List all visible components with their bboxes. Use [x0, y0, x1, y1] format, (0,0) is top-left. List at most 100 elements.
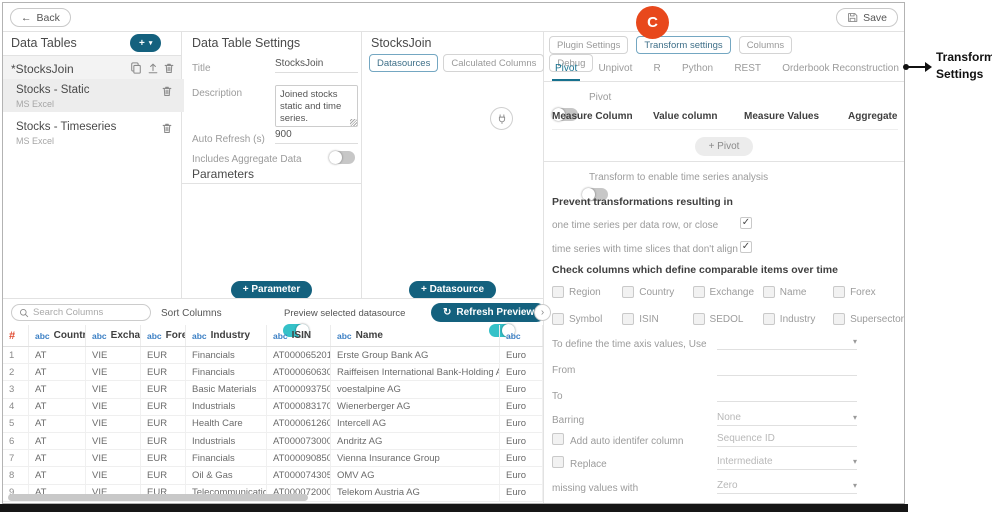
table-row[interactable]: 8ATVIEEUROil & GasAT0000743059OMV AGEuro: [3, 467, 543, 484]
datasource-item-stocks-static[interactable]: Stocks - StaticMS Excel: [3, 79, 184, 112]
checkbox-country[interactable]: [622, 286, 634, 298]
aggregate-toggle[interactable]: [329, 151, 355, 164]
save-button[interactable]: Save: [836, 8, 898, 27]
column-checkbox-forex: Forex: [833, 286, 904, 298]
divider: [182, 183, 361, 184]
pivot-header-measure-values: Measure Values: [744, 111, 848, 122]
table-row[interactable]: 2ATVIEEURFinancialsAT0000606306Raiffeise…: [3, 364, 543, 381]
button-plugin-settings[interactable]: Plugin Settings: [549, 36, 628, 54]
auto-refresh-label: Auto Refresh (s): [192, 134, 265, 145]
to-label: To: [552, 391, 563, 402]
checkbox-symbol[interactable]: [552, 313, 564, 325]
resize-grip[interactable]: [350, 119, 357, 126]
title-field-input[interactable]: StocksJoin: [275, 58, 358, 73]
table-row[interactable]: 3ATVIEEURBasic MaterialsAT0000937503voes…: [3, 381, 543, 398]
description-field-input[interactable]: Joined stocks static and time series.: [275, 85, 358, 127]
preview-table-body: 1ATVIEEURFinancialsAT0000652011Erste Gro…: [3, 347, 543, 502]
column-header-name[interactable]: abcName: [331, 325, 500, 346]
barring-select[interactable]: None ▾: [717, 410, 857, 426]
checkbox-name[interactable]: [763, 286, 775, 298]
auto-id-input[interactable]: Sequence ID: [717, 431, 857, 447]
time-axis-select[interactable]: ▾: [717, 334, 857, 350]
tab-datasources[interactable]: Datasources: [369, 54, 438, 72]
to-input[interactable]: [717, 386, 857, 402]
column-name: Country: [54, 330, 86, 341]
column-checkbox-supersector: Supersector: [833, 313, 904, 325]
prevent-option-checkbox[interactable]: ✓: [740, 217, 752, 229]
table-row[interactable]: 5ATVIEEURHealth CareAT0000612601Intercel…: [3, 416, 543, 433]
missing-values-label: missing values with: [552, 483, 638, 494]
datasource-item-stocks-timeseries[interactable]: Stocks - TimeseriesMS Excel: [3, 116, 184, 152]
column-header-industry[interactable]: abcIndustry: [186, 325, 267, 346]
trash-icon[interactable]: [163, 62, 175, 74]
table-cell: Financials: [186, 347, 267, 363]
trash-icon[interactable]: [161, 122, 173, 134]
export-icon[interactable]: [147, 62, 159, 74]
tab-python[interactable]: Python: [679, 63, 716, 81]
checkbox-sedol[interactable]: [693, 313, 705, 325]
auto-id-checkbox[interactable]: [552, 433, 564, 445]
tab-calculated-columns[interactable]: Calculated Columns: [443, 54, 544, 72]
checkbox-exchange[interactable]: [693, 286, 705, 298]
replace-checkbox[interactable]: [552, 456, 564, 468]
checkbox-forex[interactable]: [833, 286, 845, 298]
search-columns-input[interactable]: [33, 307, 138, 318]
copy-icon[interactable]: [130, 62, 142, 74]
table-cell: AT: [29, 416, 86, 432]
missing-values-select[interactable]: Zero ▾: [717, 478, 857, 494]
auto-refresh-input[interactable]: 900: [275, 129, 358, 144]
table-cell: Telekom Austria AG: [331, 485, 500, 501]
checkbox-supersector[interactable]: [833, 313, 845, 325]
panel-divider: [543, 31, 544, 503]
button-columns[interactable]: Columns: [739, 36, 793, 54]
trash-icon[interactable]: [161, 85, 173, 97]
horizontal-scrollbar[interactable]: [8, 494, 308, 501]
add-data-table-button[interactable]: + ▾: [130, 34, 161, 52]
from-input[interactable]: [717, 360, 857, 376]
add-parameter-button[interactable]: + Parameter: [231, 281, 313, 299]
table-row[interactable]: 7ATVIEEURFinancialsAT0000908504Vienna In…: [3, 450, 543, 467]
table-cell: voestalpine AG: [331, 381, 500, 397]
table-cell: Health Care: [186, 416, 267, 432]
column-header-forex[interactable]: abcForex: [141, 325, 186, 346]
tab-orderbook-reconstruction[interactable]: Orderbook Reconstruction: [779, 63, 902, 81]
table-cell: AT: [29, 399, 86, 415]
table-cell: AT: [29, 433, 86, 449]
tab-r[interactable]: R: [651, 63, 664, 81]
column-header-isin[interactable]: abcISIN: [267, 325, 331, 346]
table-cell: Oil & Gas: [186, 467, 267, 483]
plug-icon[interactable]: [490, 107, 513, 130]
back-button[interactable]: ← Back: [10, 8, 71, 27]
table-cell: EUR: [141, 399, 186, 415]
column-header-exchange[interactable]: abcExchange: [86, 325, 141, 346]
expand-preview-button[interactable]: ›: [534, 304, 551, 321]
table-cell: 4: [3, 399, 29, 415]
panel-divider: [361, 31, 362, 298]
replace-select[interactable]: Intermediate ▾: [717, 454, 857, 470]
add-datasource-button[interactable]: + Datasource: [409, 281, 496, 299]
table-cell: AT: [29, 364, 86, 380]
tab-pivot[interactable]: Pivot: [552, 63, 580, 81]
table-cell: VIE: [86, 399, 141, 415]
prevent-option-checkbox[interactable]: ✓: [740, 241, 752, 253]
column-header-row-number[interactable]: abc: [500, 325, 543, 346]
table-row[interactable]: 4ATVIEEURIndustrialsAT0000831706Wienerbe…: [3, 399, 543, 416]
checkbox-region[interactable]: [552, 286, 564, 298]
column-type-icon: #: [9, 330, 15, 342]
tab-unpivot[interactable]: Unpivot: [595, 63, 635, 81]
table-row[interactable]: 1ATVIEEURFinancialsAT0000652011Erste Gro…: [3, 347, 543, 364]
table-cell: AT0000606306: [267, 364, 331, 380]
tab-rest[interactable]: REST: [731, 63, 764, 81]
checkbox-industry[interactable]: [763, 313, 775, 325]
table-row[interactable]: 6ATVIEEURIndustrialsAT0000730007Andritz …: [3, 433, 543, 450]
column-header-row-number[interactable]: #: [3, 325, 29, 346]
column-header-country[interactable]: abcCountry: [29, 325, 86, 346]
refresh-preview-label: Refresh Preview: [456, 307, 534, 318]
prevent-option-label: time series with time slices that don't …: [552, 244, 738, 255]
checkbox-isin[interactable]: [622, 313, 634, 325]
add-pivot-button[interactable]: + Pivot: [695, 137, 754, 156]
data-table-name: *StocksJoin: [11, 62, 74, 76]
refresh-preview-button[interactable]: ↻ Refresh Preview: [431, 303, 546, 322]
table-cell: Euro: [500, 485, 543, 501]
table-cell: 1: [3, 347, 29, 363]
